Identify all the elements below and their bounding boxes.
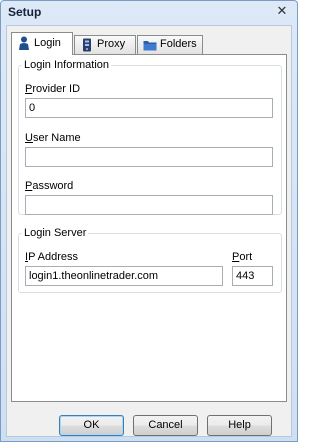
login-information-group: Login Information Provider ID 0 User Nam…: [18, 59, 282, 215]
provider-id-label: Provider ID: [25, 83, 81, 95]
tab-panel-login: Login Information Provider ID 0 User Nam…: [11, 54, 287, 402]
password-field[interactable]: [25, 195, 273, 215]
folder-icon: [143, 41, 157, 51]
tab-login-label: Login: [34, 37, 61, 49]
help-button[interactable]: Help: [207, 415, 272, 436]
proxy-icon: [83, 38, 91, 52]
user-name-label: User Name: [25, 132, 81, 144]
login-server-legend: Login Server: [24, 227, 87, 239]
user-name-field[interactable]: [25, 147, 273, 167]
ok-button[interactable]: OK: [59, 415, 124, 436]
title-bar[interactable]: Setup ✕: [1, 1, 297, 23]
port-field[interactable]: 443: [232, 266, 273, 286]
dialog-client: Login Proxy Folders Login Information Pr…: [6, 25, 292, 437]
cancel-button[interactable]: Cancel: [133, 415, 198, 436]
tab-folders[interactable]: Folders: [137, 35, 203, 54]
setup-dialog: Setup ✕ Login Proxy Folders Login Inform…: [0, 0, 298, 442]
tab-proxy-label: Proxy: [97, 38, 126, 50]
window-title: Setup: [8, 5, 42, 19]
ip-address-label: IP Address: [25, 251, 79, 263]
ip-address-field[interactable]: login1.theonlinetrader.com: [25, 266, 223, 286]
login-information-legend: Login Information: [24, 59, 109, 71]
port-label: Port: [232, 251, 253, 263]
user-icon: [19, 36, 29, 50]
provider-id-field[interactable]: 0: [25, 98, 273, 118]
password-label: Password: [25, 180, 74, 192]
tab-folders-label: Folders: [160, 38, 197, 50]
tab-login[interactable]: Login: [11, 32, 73, 55]
close-icon[interactable]: ✕: [273, 3, 291, 19]
tab-proxy[interactable]: Proxy: [74, 35, 136, 54]
login-server-group: Login Server IP Address login1.theonline…: [18, 227, 282, 293]
